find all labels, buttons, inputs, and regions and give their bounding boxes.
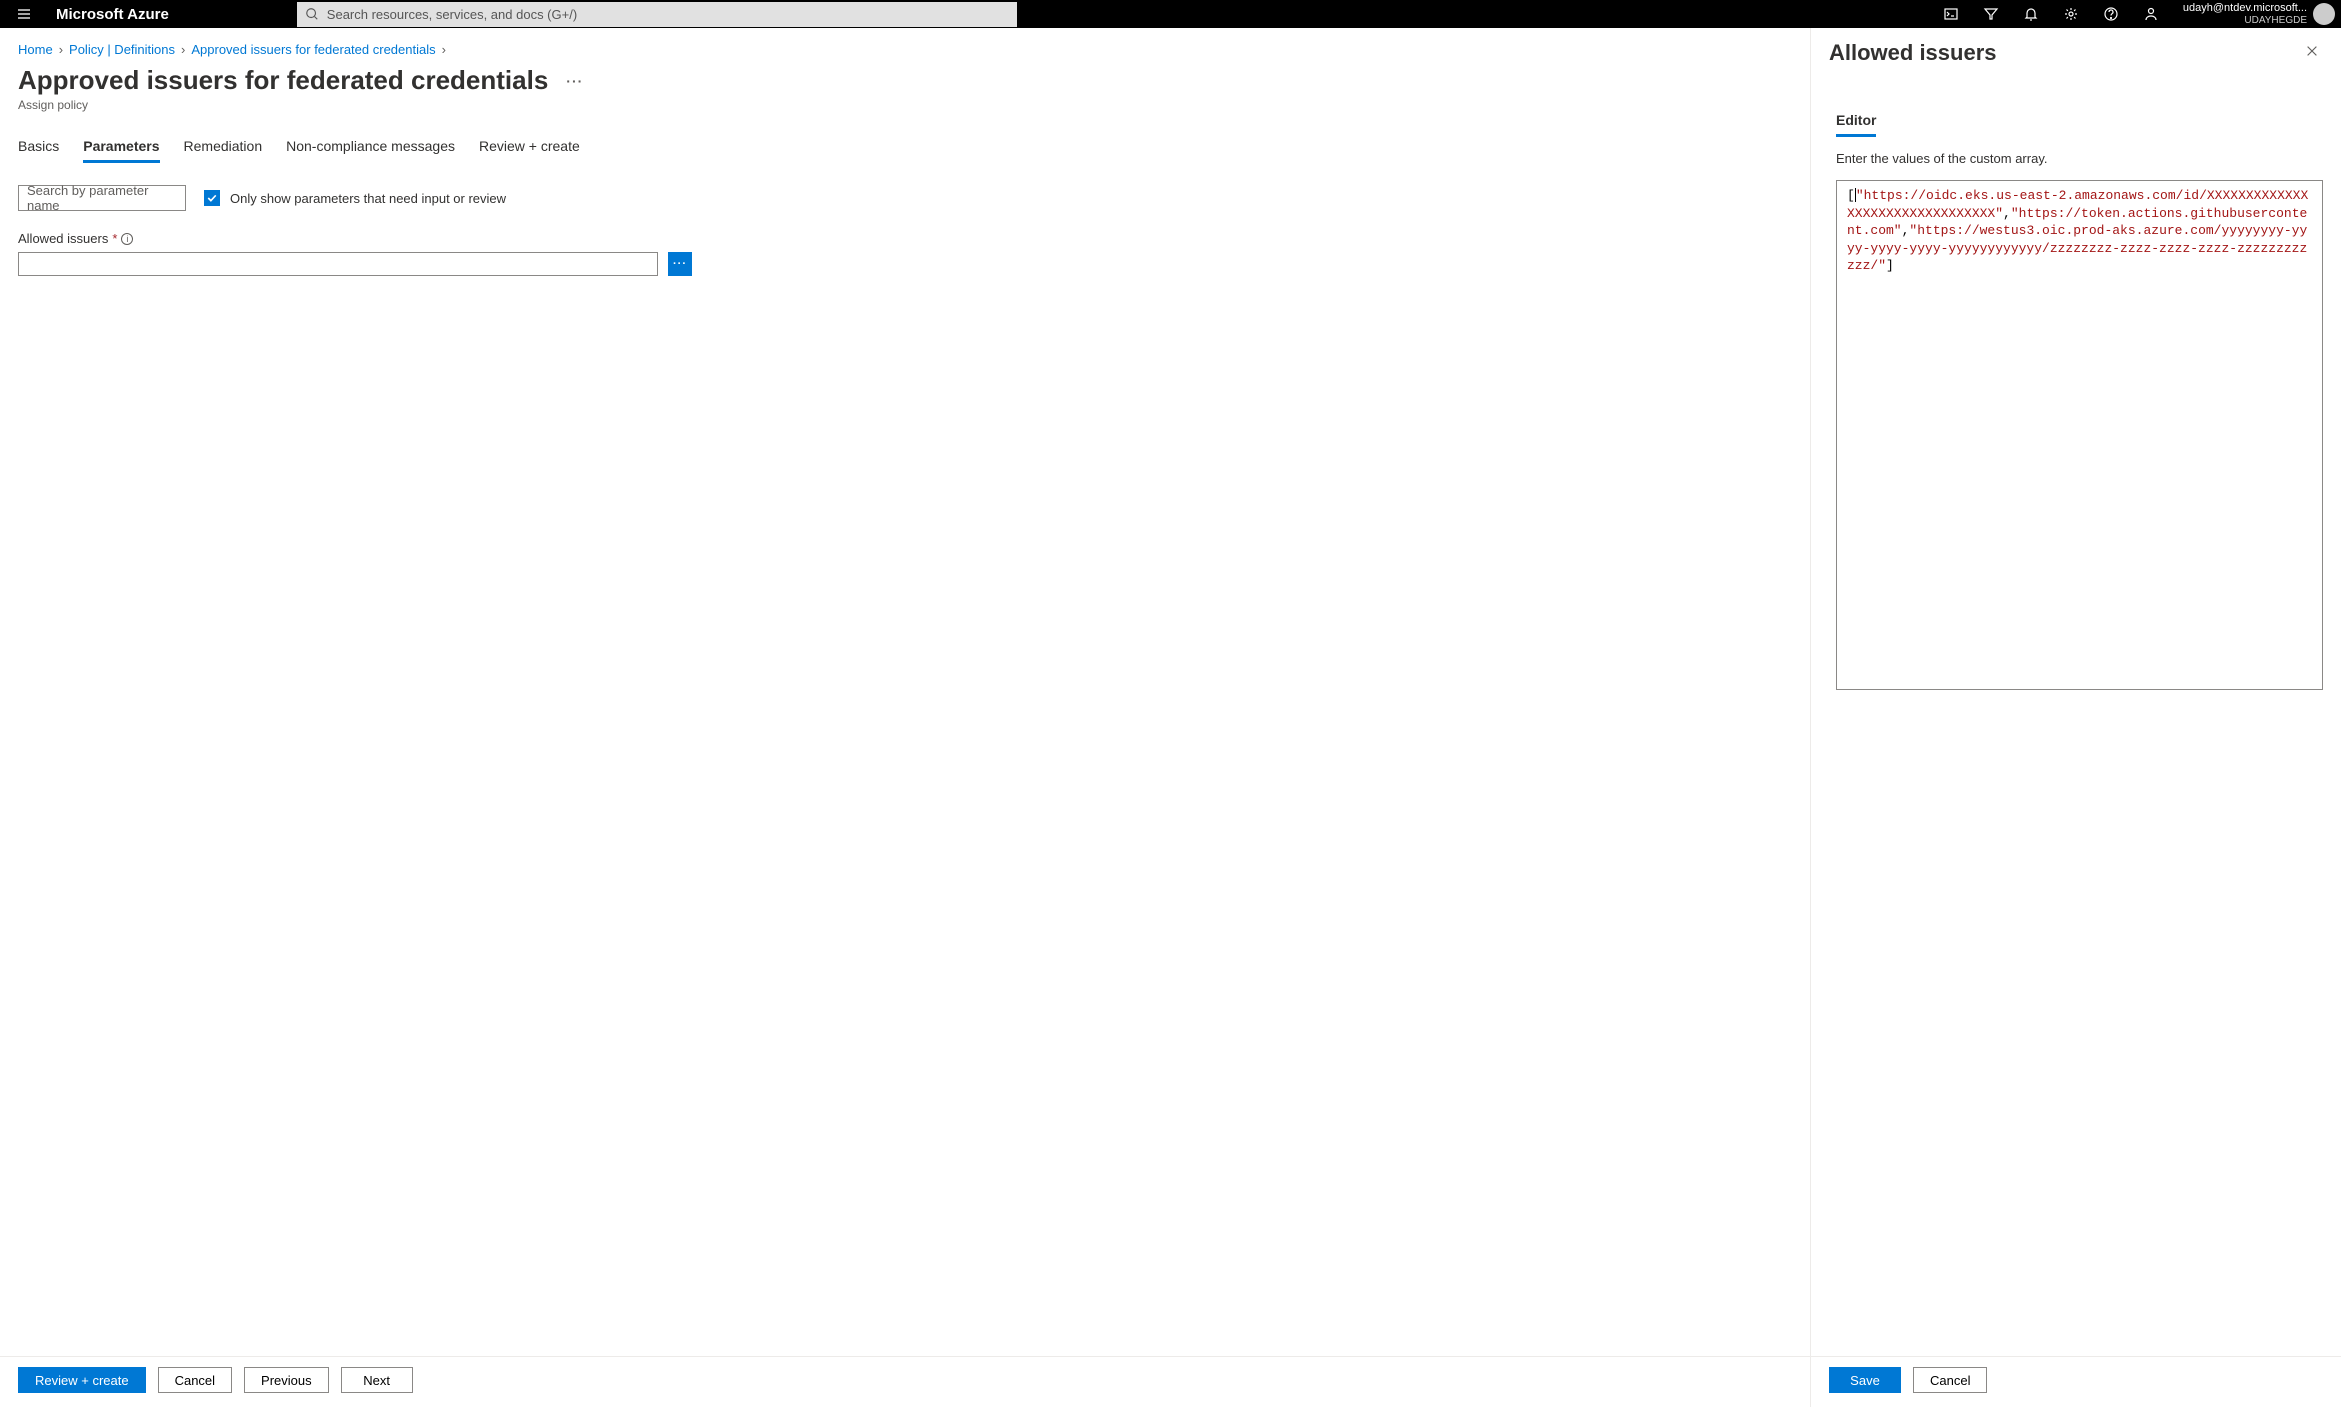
breadcrumb-approved-issuers[interactable]: Approved issuers for federated credentia… [191,42,435,57]
user-email: udayh@ntdev.microsoft... [2183,2,2307,14]
tab-parameters[interactable]: Parameters [83,138,159,163]
breadcrumb: Home › Policy | Definitions › Approved i… [0,28,1810,61]
tab-basics[interactable]: Basics [18,138,59,163]
parameter-search-placeholder: Search by parameter name [27,183,177,213]
save-button[interactable]: Save [1829,1367,1901,1393]
panel-cancel-button[interactable]: Cancel [1913,1367,1987,1393]
next-button[interactable]: Next [341,1367,413,1393]
required-asterisk: * [112,231,117,246]
help-icon[interactable] [2091,0,2131,28]
json-array-editor[interactable]: ["https://oidc.eks.us-east-2.amazonaws.c… [1836,180,2323,690]
user-menu[interactable]: udayh@ntdev.microsoft... UDAYHEGDE [2175,0,2341,28]
brand-label: Microsoft Azure [48,6,177,23]
editor-tab[interactable]: Editor [1836,112,1876,137]
feedback-icon[interactable] [2131,0,2171,28]
panel-title: Allowed issuers [1829,40,1997,66]
only-show-needed-checkbox[interactable] [204,190,220,206]
chevron-right-icon: › [181,42,185,57]
allowed-issuers-input[interactable] [18,252,658,276]
open-editor-button[interactable]: ··· [668,252,692,276]
tab-non-compliance-messages[interactable]: Non-compliance messages [286,138,455,163]
previous-button[interactable]: Previous [244,1367,329,1393]
filter-icon[interactable] [1971,0,2011,28]
allowed-issuers-label: Allowed issuers [18,231,108,246]
user-tenant: UDAYHEGDE [2183,15,2307,26]
global-search[interactable]: Search resources, services, and docs (G+… [297,2,1017,27]
notifications-icon[interactable] [2011,0,2051,28]
page-title: Approved issuers for federated credentia… [18,65,548,96]
only-show-needed-label: Only show parameters that need input or … [230,191,506,206]
settings-icon[interactable] [2051,0,2091,28]
tab-review-create[interactable]: Review + create [479,138,580,163]
info-icon[interactable]: i [121,233,133,245]
close-panel-button[interactable] [2301,40,2323,65]
review-create-button[interactable]: Review + create [18,1367,146,1393]
parameter-search-input[interactable]: Search by parameter name [18,185,186,211]
breadcrumb-policy[interactable]: Policy | Definitions [69,42,175,57]
chevron-right-icon: › [59,42,63,57]
breadcrumb-home[interactable]: Home [18,42,53,57]
avatar [2313,3,2335,25]
chevron-right-icon: › [442,42,446,57]
cancel-button[interactable]: Cancel [158,1367,232,1393]
search-placeholder: Search resources, services, and docs (G+… [327,7,577,22]
tab-remediation[interactable]: Remediation [184,138,263,163]
cloud-shell-icon[interactable] [1931,0,1971,28]
hamburger-menu[interactable] [0,0,48,28]
page-subtitle: Assign policy [18,98,1792,112]
more-actions-button[interactable]: ··· [566,73,583,89]
editor-hint: Enter the values of the custom array. [1836,151,2323,166]
